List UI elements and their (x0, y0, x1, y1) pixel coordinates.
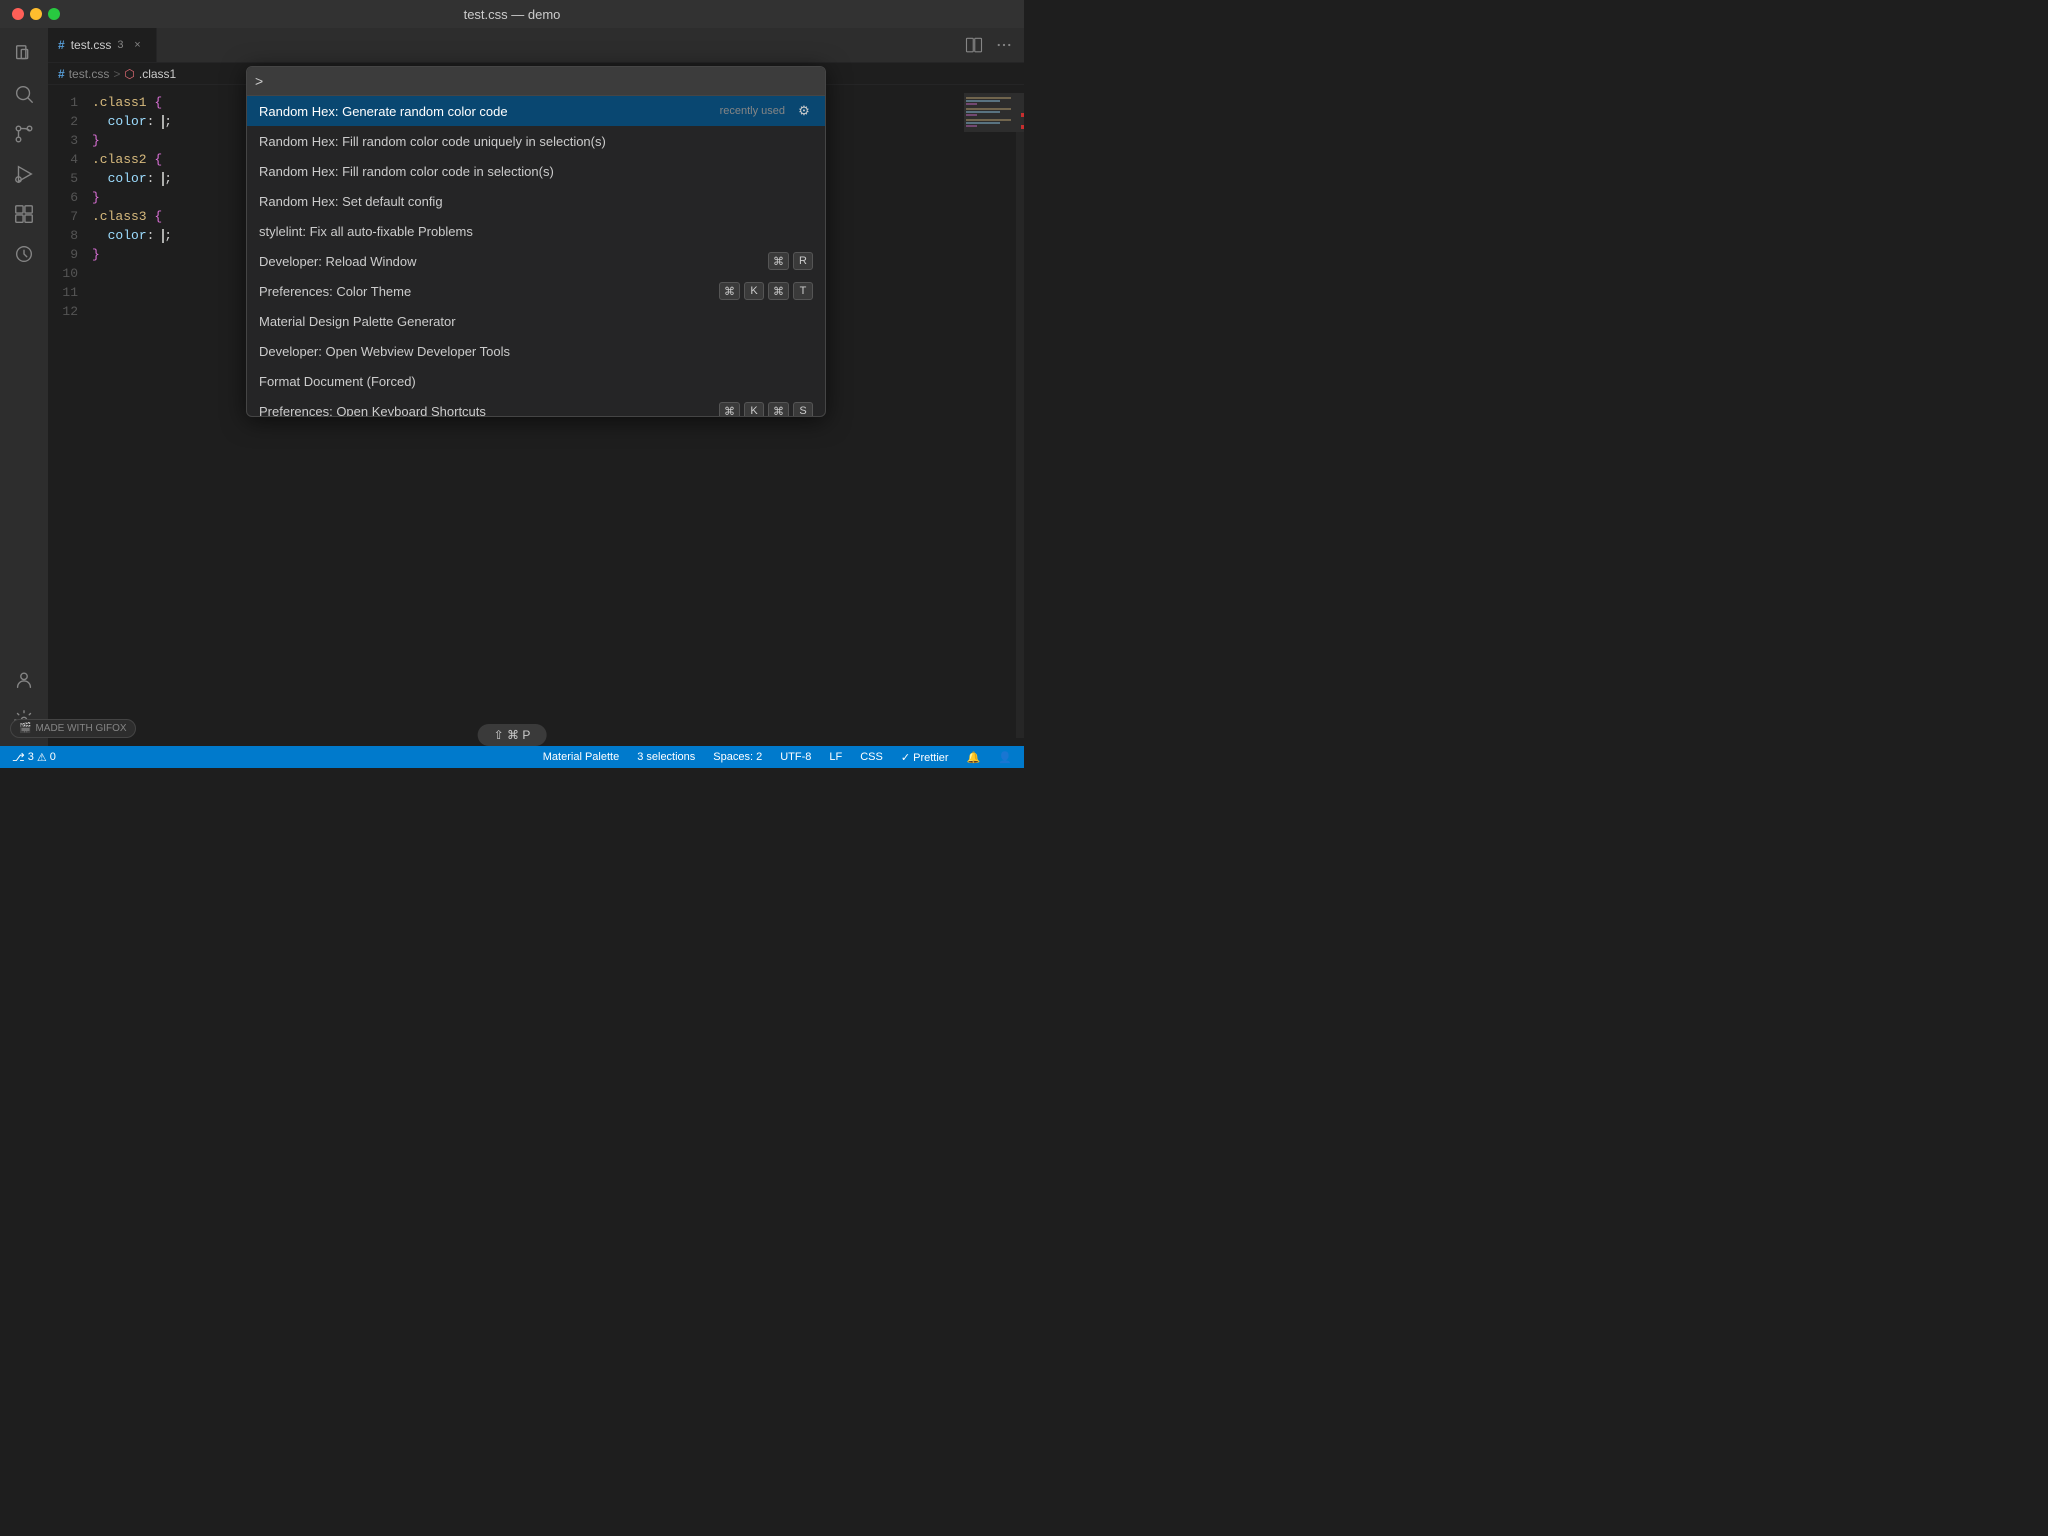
kbd-key: ⌘ (768, 402, 789, 416)
error-count: 3 (28, 751, 34, 763)
notification-bell-icon: 🔔 (967, 751, 981, 764)
spaces-label: Spaces: 2 (713, 751, 762, 763)
encoding-item[interactable]: UTF-8 (776, 751, 815, 763)
spaces-item[interactable]: Spaces: 2 (709, 751, 766, 763)
warning-count: 0 (50, 751, 56, 763)
traffic-lights (12, 8, 60, 20)
explorer-icon[interactable] (6, 36, 42, 72)
selections-item[interactable]: 3 selections (633, 751, 699, 763)
command-palette-overlay: Random Hex: Generate random color code re… (48, 28, 1024, 746)
line-ending-label: LF (829, 751, 842, 763)
kbd-key: ⌘ (768, 252, 789, 270)
kbd-key: K (744, 282, 764, 300)
git-branch-item[interactable]: ⎇ 3 ⚠ 0 (8, 751, 60, 764)
status-bar-right: Material Palette 3 selections Spaces: 2 … (539, 751, 1016, 764)
command-item-label: Developer: Open Webview Developer Tools (259, 344, 510, 359)
selections-label: 3 selections (637, 751, 695, 763)
kbd-key: K (744, 402, 764, 416)
command-item[interactable]: Preferences: Color Theme⌘K⌘T (247, 276, 825, 306)
command-item[interactable]: Random Hex: Set default config (247, 186, 825, 216)
command-item[interactable]: Developer: Reload Window ⌘R (247, 246, 825, 276)
language-item[interactable]: CSS (856, 751, 887, 763)
search-icon[interactable] (6, 76, 42, 112)
command-item-label: Format Document (Forced) (259, 374, 416, 389)
kbd-key: ⌘ (768, 282, 789, 300)
maximize-button[interactable] (48, 8, 60, 20)
encoding-label: UTF-8 (780, 751, 811, 763)
command-input[interactable] (255, 73, 817, 89)
notification-item[interactable]: 🔔 (963, 751, 985, 764)
command-item-settings-icon[interactable]: ⚙ (795, 102, 813, 120)
status-bar-left: ⎇ 3 ⚠ 0 (8, 751, 60, 764)
command-item[interactable]: Developer: Open Webview Developer Tools (247, 336, 825, 366)
command-item-label: Random Hex: Generate random color code (259, 104, 508, 119)
extensions-icon[interactable] (6, 196, 42, 232)
command-item-label: Random Hex: Fill random color code in se… (259, 164, 554, 179)
line-ending-item[interactable]: LF (825, 751, 846, 763)
command-item-label: Preferences: Open Keyboard Shortcuts (259, 404, 486, 417)
command-item-label: Material Design Palette Generator (259, 314, 456, 329)
command-item[interactable]: Random Hex: Generate random color code re… (247, 96, 825, 126)
account-status-icon: 👤 (998, 751, 1012, 764)
activity-bar (0, 28, 48, 746)
gifox-icon: 🎬 (19, 723, 31, 734)
language-label: CSS (860, 751, 883, 763)
title-bar: test.css — demo (0, 0, 1024, 28)
command-item[interactable]: Preferences: Open Keyboard Shortcuts ⌘ K ⌘ S (247, 396, 825, 416)
run-icon[interactable] (6, 156, 42, 192)
command-item-label: Random Hex: Set default config (259, 194, 443, 209)
command-item-label: Preferences: Color Theme (259, 284, 411, 299)
command-item[interactable]: Format Document (Forced) (247, 366, 825, 396)
recently-used-badge: recently used (720, 105, 785, 117)
minimize-button[interactable] (30, 8, 42, 20)
command-item-label: Random Hex: Fill random color code uniqu… (259, 134, 606, 149)
command-item-label: Developer: Reload Window (259, 254, 417, 269)
git-icon: ⎇ (12, 751, 25, 764)
plugin-label: Material Palette (543, 751, 619, 763)
app-container: # test.css 3 × (0, 28, 1024, 746)
plugin-label-item[interactable]: Material Palette (539, 751, 623, 763)
command-item[interactable]: Material Design Palette Generator (247, 306, 825, 336)
kbd-key: T (793, 282, 813, 300)
kbd-key: ⌘ (719, 402, 740, 416)
command-item[interactable]: stylelint: Fix all auto-fixable Problems (247, 216, 825, 246)
close-button[interactable] (12, 8, 24, 20)
editor-area: # test.css 3 × (48, 28, 1024, 746)
status-bar: ⎇ 3 ⚠ 0 Material Palette 3 selections Sp… (0, 746, 1024, 768)
command-item-label: stylelint: Fix all auto-fixable Problems (259, 224, 473, 239)
kbd-key: ⌘ (719, 282, 740, 300)
command-item[interactable]: Random Hex: Fill random color code in se… (247, 156, 825, 186)
warning-icon: ⚠ (37, 751, 47, 764)
window-title: test.css — demo (464, 7, 561, 22)
formatter-item[interactable]: ✓ Prettier (897, 751, 953, 764)
kbd-key: S (793, 402, 813, 416)
account-status-item[interactable]: 👤 (994, 751, 1016, 764)
source-control-icon[interactable] (6, 116, 42, 152)
command-item[interactable]: Random Hex: Fill random color code uniqu… (247, 126, 825, 156)
kbd-key: R (793, 252, 813, 270)
command-input-wrapper (247, 67, 825, 96)
command-list: Random Hex: Generate random color code re… (247, 96, 825, 416)
command-palette: Random Hex: Generate random color code re… (246, 66, 826, 417)
formatter-label: ✓ Prettier (901, 751, 949, 764)
updates-icon[interactable] (6, 236, 42, 272)
account-icon[interactable] (6, 662, 42, 698)
